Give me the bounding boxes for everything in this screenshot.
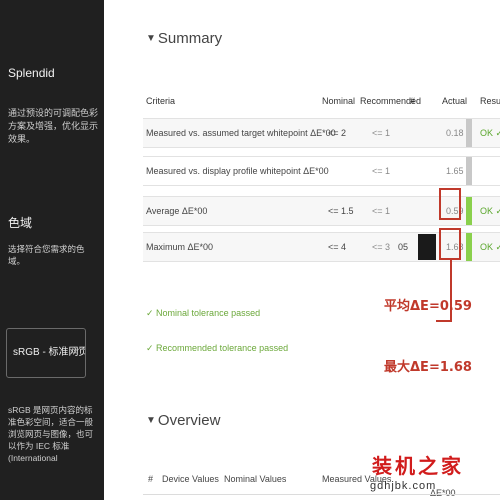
max-highlight-box bbox=[439, 228, 461, 260]
watermark-logo-text: 装机之家 bbox=[372, 454, 464, 478]
overview-header-nominal-values: Nominal Values bbox=[224, 474, 287, 484]
max-delta-annotation: 最大ΔE=1.68 bbox=[384, 360, 472, 375]
nominal-tolerance-passed: ✓ Nominal tolerance passed bbox=[146, 308, 261, 318]
result-cell: OK ✓✓ bbox=[480, 128, 500, 138]
header-result: Result bbox=[480, 96, 500, 106]
criteria-cell: Average ΔE*00 bbox=[146, 206, 208, 216]
result-cell: OK ✓✓ bbox=[480, 242, 500, 252]
overview-section-title[interactable]: ▼ Overview bbox=[146, 412, 220, 429]
nominal-cell: <= 4 bbox=[328, 242, 347, 252]
result-bar bbox=[466, 233, 472, 261]
summary-section-title[interactable]: ▼ Summary bbox=[146, 30, 222, 47]
result-cell: OK ✓✓ bbox=[480, 206, 500, 216]
criteria-cell: Measured vs. display profile whitepoint … bbox=[146, 166, 329, 176]
recommended-tolerance-passed: ✓ Recommended tolerance passed bbox=[146, 343, 289, 353]
recommended-cell: <= 3 bbox=[372, 242, 391, 252]
result-bar bbox=[466, 157, 472, 185]
profile-description: 通过预设的可调配色彩方案及增强，优化显示效果。 bbox=[8, 108, 99, 144]
color-swatch bbox=[418, 234, 436, 260]
gamut-description: 选择符合您需求的色域。 bbox=[8, 244, 85, 266]
watermark-url: gdhjbk.com bbox=[370, 480, 437, 492]
actual-cell: 0.18 bbox=[446, 128, 464, 138]
avg-delta-annotation: 平均ΔE=0.59 bbox=[384, 299, 472, 314]
actual-cell: 1.65 bbox=[446, 166, 464, 176]
recommended-cell: <= 1 bbox=[372, 206, 391, 216]
avg-highlight-box bbox=[439, 188, 461, 220]
recommended-cell: <= 1 bbox=[372, 128, 391, 138]
criteria-cell: Maximum ΔE*00 bbox=[146, 242, 214, 252]
header-nominal: Nominal bbox=[322, 96, 356, 106]
triangle-down-icon: ▼ bbox=[146, 33, 156, 44]
divider bbox=[143, 494, 500, 495]
triangle-down-icon: ▼ bbox=[146, 415, 156, 426]
criteria-cell: Measured vs. assumed target whitepoint Δ… bbox=[146, 128, 336, 138]
result-bar bbox=[466, 197, 472, 225]
header-criteria: Criteria bbox=[146, 96, 176, 106]
header-actual: Actual bbox=[442, 96, 468, 106]
nominal-cell: <= 1.5 bbox=[328, 206, 354, 216]
overview-header-number: # bbox=[148, 474, 154, 484]
header-number: # bbox=[410, 96, 416, 106]
gamut-title: 色域 bbox=[8, 216, 33, 230]
gamut-select[interactable]: sRGB - 标准网页内容色 ⌵ bbox=[6, 328, 86, 378]
settings-sidebar: Splendid 通过预设的可调配色彩方案及增强，优化显示效果。 色域 选择符合… bbox=[0, 0, 104, 500]
profile-name: Splendid bbox=[8, 66, 55, 80]
overview-header-device-values: Device Values bbox=[162, 474, 219, 484]
result-bar bbox=[466, 119, 472, 147]
gamut-footer-text: sRGB 是网页内容的标准色彩空间，适合一般浏览网页与图像，也可以作为 IEC … bbox=[8, 405, 94, 463]
chevron-down-icon: ⌵ bbox=[73, 343, 81, 354]
nominal-cell: <= 2 bbox=[328, 128, 347, 138]
annotation-connector bbox=[436, 320, 452, 322]
patch-number-cell: 05 bbox=[398, 242, 409, 252]
recommended-cell: <= 1 bbox=[372, 166, 391, 176]
